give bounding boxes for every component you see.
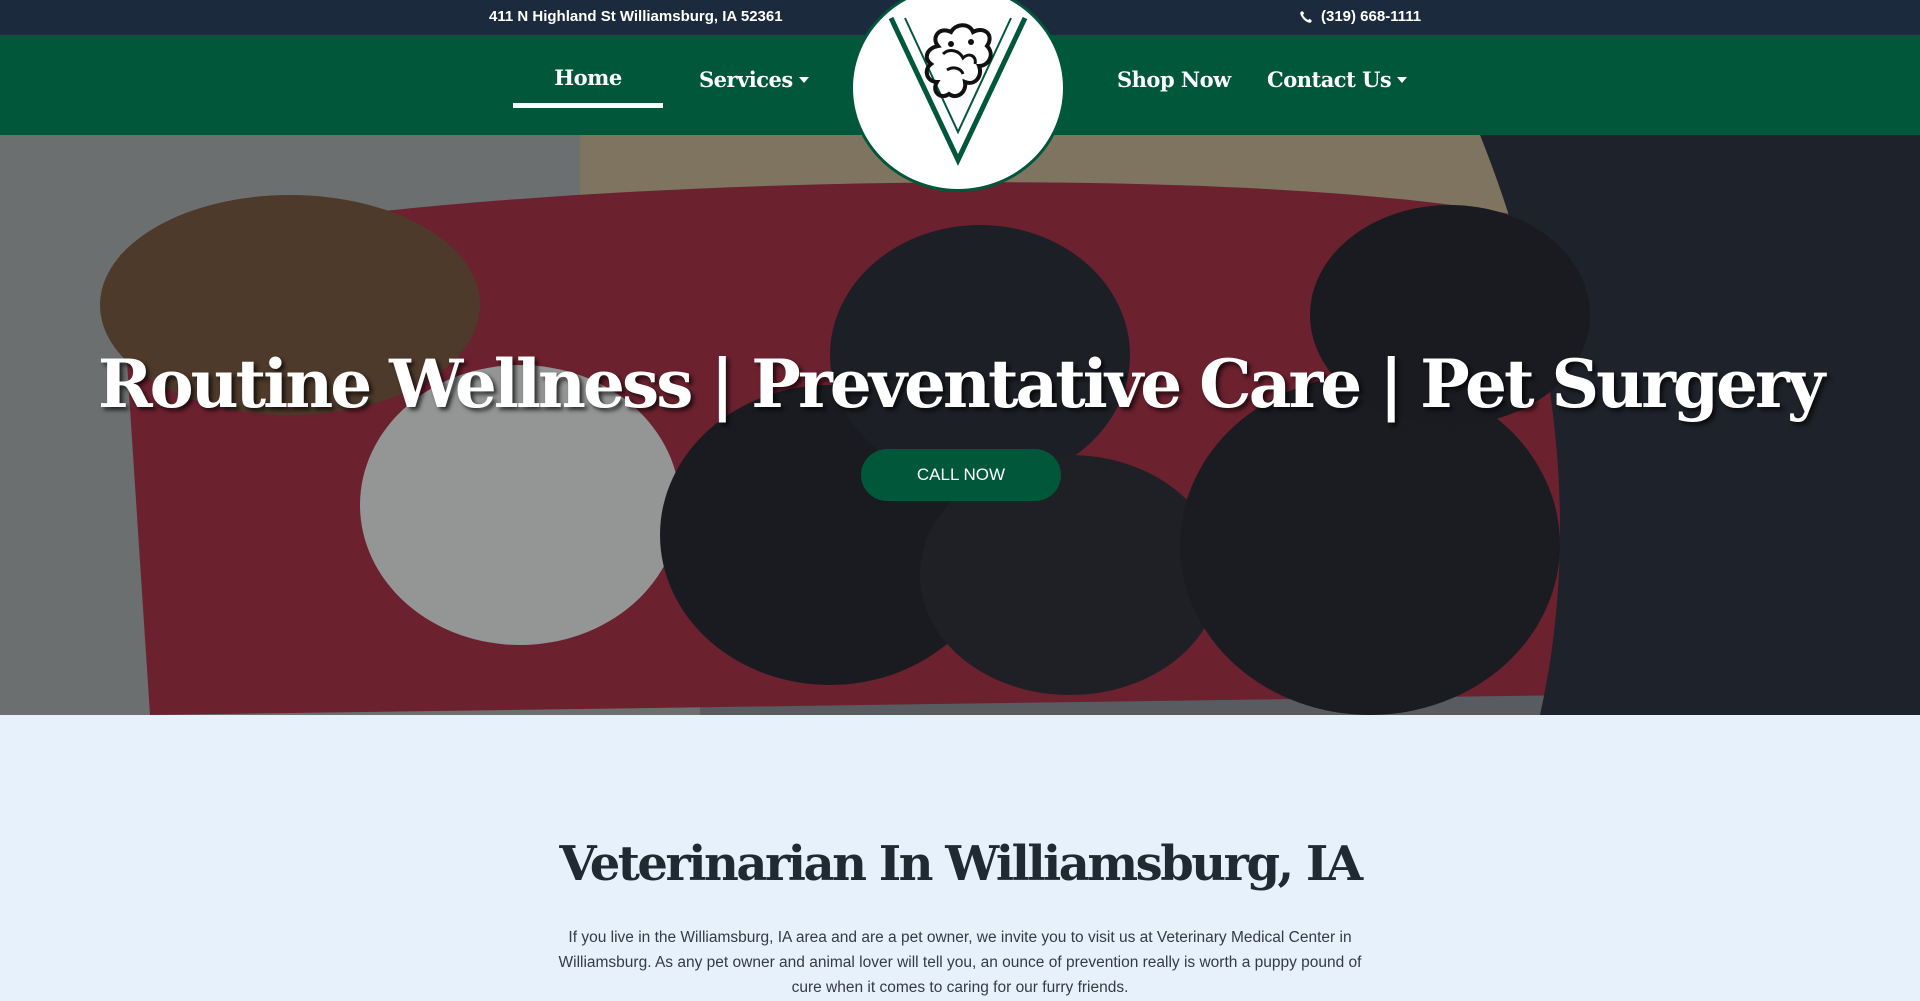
nav-services-label: Services [699,67,793,92]
intro-paragraph: If you live in the Williamsburg, IA area… [558,929,1362,996]
veterinary-logo-icon [888,16,1028,166]
nav-home[interactable]: Home [513,65,663,90]
nav-services[interactable]: Services [699,67,809,92]
nav-shop-now[interactable]: Shop Now [1117,67,1231,92]
intro-heading: Veterinarian In Williamsburg, IA [559,836,1363,892]
phone-link[interactable]: (319) 668-1111 [1299,8,1421,25]
caret-down-icon [1397,76,1408,83]
active-nav-indicator [513,103,663,108]
nav-home-label: Home [554,65,622,90]
nav-contact-us[interactable]: Contact Us [1267,67,1408,92]
caret-down-icon [798,76,809,83]
nav-contact-us-label: Contact Us [1267,67,1392,92]
call-now-button[interactable]: CALL NOW [861,449,1061,501]
nav-shop-now-label: Shop Now [1117,67,1231,92]
hero-title: Routine Wellness | Preventative Care | P… [97,345,1825,423]
phone-number: (319) 668-1111 [1321,8,1422,25]
phone-icon [1300,10,1312,23]
hero-banner: Routine Wellness | Preventative Care | P… [0,135,1920,715]
address-text: 411 N Highland St Williamsburg, IA 52361 [489,8,783,25]
hero-overlay [0,135,1920,715]
